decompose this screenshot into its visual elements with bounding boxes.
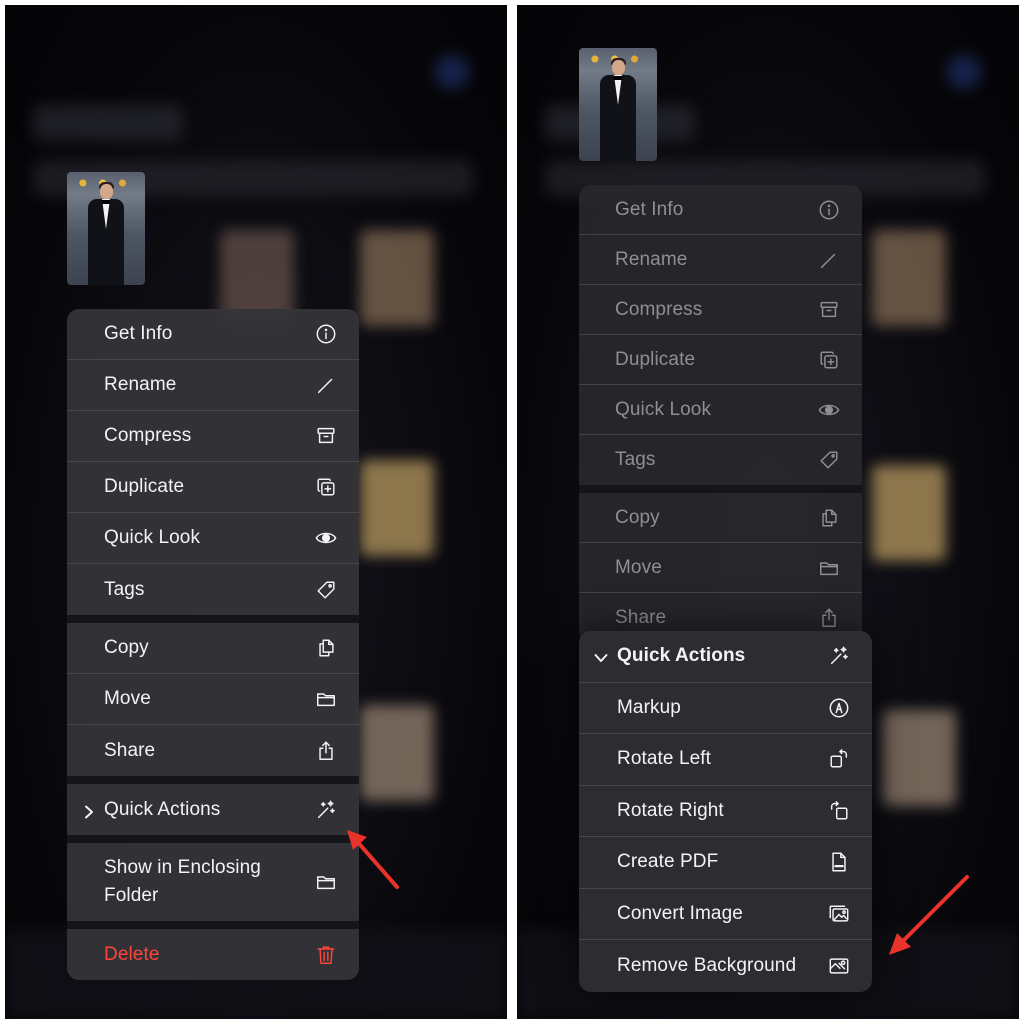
duplicate-plus-icon	[816, 347, 842, 373]
share-icon	[816, 605, 842, 631]
menu-item-label: Tags	[615, 449, 656, 470]
menu-item-quick-look[interactable]: Quick Look	[67, 513, 359, 564]
menu-item-label: Delete	[104, 943, 160, 965]
menu-item-duplicate[interactable]: Duplicate	[579, 335, 862, 385]
submenu-header-label: Quick Actions	[617, 645, 746, 667]
pencil-icon	[313, 372, 339, 398]
menu-item-label: Rename	[104, 374, 177, 395]
menu-item-label: Duplicate	[615, 348, 696, 370]
menu-item-label: Get Info	[104, 323, 173, 344]
info-circle-icon	[816, 197, 842, 223]
menu-item-label: Quick Look	[104, 527, 201, 548]
annotation-arrow	[341, 825, 401, 900]
menu-item-rotate-left[interactable]: Rotate Left	[579, 734, 872, 786]
copy-doc-icon	[816, 505, 842, 531]
eye-icon	[313, 525, 339, 551]
tag-icon	[313, 577, 339, 603]
menu-item-move[interactable]: Move	[579, 543, 862, 593]
menu-item-remove-background[interactable]: Remove Background	[579, 940, 872, 992]
menu-separator	[67, 835, 359, 843]
magic-wand-icon	[313, 797, 339, 823]
eye-icon	[816, 397, 842, 423]
menu-item-label: Compress	[615, 298, 703, 320]
pencil-icon	[816, 247, 842, 273]
menu-item-copy[interactable]: Copy	[579, 493, 862, 543]
menu-item-label: Show in Enclosing Folder	[104, 857, 261, 906]
right-screenshot-panel: Get Info Rename Compress Duplicate Quick…	[517, 5, 1019, 1019]
chevron-down-icon	[594, 649, 608, 663]
menu-item-label: Share	[615, 607, 667, 628]
menu-item-share[interactable]: Share	[67, 725, 359, 776]
menu-item-label: Rotate Right	[617, 799, 724, 821]
quick-actions-submenu: Quick Actions Markup Rotate Left Rotate …	[579, 631, 872, 992]
menu-item-tags[interactable]: Tags	[67, 564, 359, 615]
menu-item-label: Move	[104, 688, 151, 709]
rotate-right-icon	[826, 798, 852, 824]
menu-item-duplicate[interactable]: Duplicate	[67, 462, 359, 513]
context-menu-dimmed: Get Info Rename Compress Duplicate Quick…	[579, 185, 862, 643]
menu-item-label: Convert Image	[617, 902, 743, 924]
archive-box-icon	[313, 423, 339, 449]
tag-icon	[816, 447, 842, 473]
annotation-arrow	[885, 873, 975, 968]
info-circle-icon	[313, 321, 339, 347]
menu-item-quick-actions[interactable]: Quick Actions	[67, 784, 359, 835]
menu-item-compress[interactable]: Compress	[579, 285, 862, 335]
chevron-right-icon	[83, 803, 95, 818]
folder-icon	[816, 555, 842, 581]
menu-item-label: Quick Actions	[104, 798, 221, 820]
rotate-left-icon	[826, 746, 852, 772]
menu-item-markup[interactable]: Markup	[579, 682, 872, 734]
menu-item-rename[interactable]: Rename	[67, 360, 359, 411]
submenu-header-quick-actions[interactable]: Quick Actions	[579, 631, 872, 683]
duplicate-plus-icon	[313, 474, 339, 500]
menu-item-label: Markup	[617, 696, 681, 718]
menu-item-label: Create PDF	[617, 851, 719, 873]
menu-item-label: Share	[104, 739, 156, 761]
menu-item-label: Copy	[104, 637, 149, 658]
menu-separator	[67, 776, 359, 784]
remove-background-icon	[826, 953, 852, 979]
pdf-doc-icon	[826, 849, 852, 875]
menu-item-label: Rotate Left	[617, 748, 712, 770]
magic-wand-icon	[826, 643, 852, 669]
menu-item-label: Tags	[104, 578, 145, 600]
menu-separator	[579, 485, 862, 493]
menu-item-label: Get Info	[615, 198, 684, 220]
menu-item-convert-image[interactable]: Convert Image	[579, 888, 872, 940]
menu-item-label: Remove Background	[617, 954, 797, 976]
selected-photo-thumbnail	[579, 48, 657, 161]
menu-item-delete[interactable]: Delete	[67, 929, 359, 980]
left-screenshot-panel: Get Info Rename Compress Duplicate Quick…	[5, 5, 507, 1019]
archive-box-icon	[816, 297, 842, 323]
menu-item-get-info[interactable]: Get Info	[67, 309, 359, 360]
menu-item-label: Copy	[615, 506, 660, 528]
menu-item-label: Duplicate	[104, 476, 185, 497]
folder-icon	[313, 869, 339, 895]
menu-item-copy[interactable]: Copy	[67, 623, 359, 674]
menu-item-move[interactable]: Move	[67, 674, 359, 725]
copy-doc-icon	[313, 635, 339, 661]
menu-item-compress[interactable]: Compress	[67, 411, 359, 462]
menu-item-tags[interactable]: Tags	[579, 435, 862, 485]
menu-item-label: Compress	[104, 425, 192, 446]
menu-item-rename[interactable]: Rename	[579, 235, 862, 285]
folder-icon	[313, 686, 339, 712]
menu-item-label: Rename	[615, 248, 688, 270]
selected-photo-thumbnail	[67, 172, 145, 285]
menu-item-create-pdf[interactable]: Create PDF	[579, 837, 872, 889]
trash-icon	[313, 942, 339, 968]
menu-item-quick-look[interactable]: Quick Look	[579, 385, 862, 435]
menu-item-get-info[interactable]: Get Info	[579, 185, 862, 235]
menu-item-label: Move	[615, 556, 662, 578]
share-icon	[313, 738, 339, 764]
menu-separator	[67, 615, 359, 623]
menu-item-label: Quick Look	[615, 398, 712, 420]
context-menu: Get Info Rename Compress Duplicate Quick…	[67, 309, 359, 980]
photos-icon	[826, 901, 852, 927]
menu-item-rotate-right[interactable]: Rotate Right	[579, 785, 872, 837]
markup-pen-icon	[826, 695, 852, 721]
menu-item-show-in-enclosing-folder[interactable]: Show in Enclosing Folder	[67, 843, 359, 921]
menu-separator	[67, 921, 359, 929]
